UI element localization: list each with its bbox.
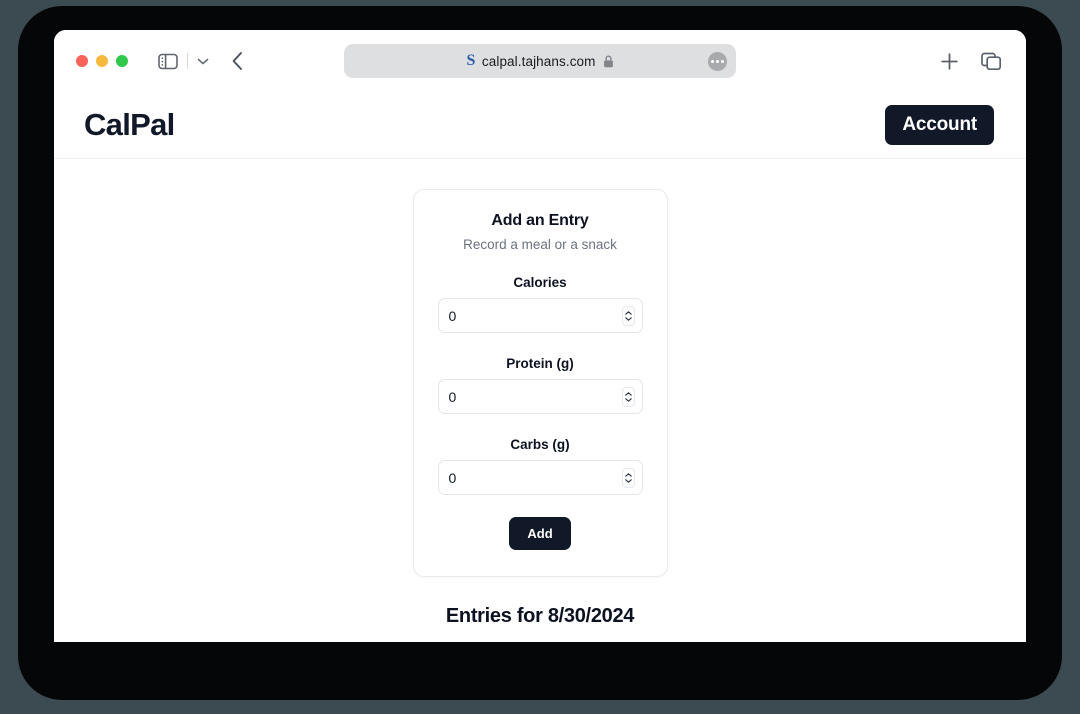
stepper-down-icon: [624, 478, 632, 483]
ellipsis-dot: [716, 59, 719, 63]
add-entry-card: Add an Entry Record a meal or a snack Ca…: [412, 189, 668, 577]
toolbar-divider: [187, 53, 188, 69]
ellipsis-dot: [711, 59, 714, 63]
site-favicon: S: [466, 52, 475, 69]
page-content: CalPal Account Add an Entry Record a mea…: [54, 92, 1026, 642]
minimize-window-button[interactable]: [96, 55, 108, 67]
stepper-up-icon: [624, 391, 632, 396]
page-menu-button[interactable]: [708, 51, 727, 71]
protein-stepper[interactable]: [621, 386, 635, 407]
sidebar-toggle-icon[interactable]: [158, 53, 178, 70]
back-button[interactable]: [231, 51, 244, 71]
toolbar-left-group: [158, 51, 244, 71]
card-title: Add an Entry: [491, 212, 589, 229]
carbs-input[interactable]: 0: [437, 460, 643, 495]
protein-value: 0: [448, 388, 457, 405]
carbs-stepper[interactable]: [621, 467, 635, 488]
maximize-window-button[interactable]: [116, 55, 128, 67]
stepper-up-icon: [624, 472, 632, 477]
entries-heading: Entries for 8/30/2024: [445, 605, 635, 627]
protein-label: Protein (g): [506, 356, 574, 371]
stepper-down-icon: [624, 397, 632, 402]
page-title: CalPal: [84, 107, 175, 142]
calories-label: Calories: [513, 275, 567, 290]
carbs-label: Carbs (g): [510, 437, 570, 452]
lock-icon: [603, 55, 614, 68]
close-window-button[interactable]: [76, 55, 88, 67]
protein-input[interactable]: 0: [437, 379, 643, 414]
account-button[interactable]: Account: [885, 105, 994, 145]
calories-value: 0: [448, 307, 457, 324]
window-traffic-lights: [76, 55, 128, 67]
toolbar-right-group: [940, 52, 1008, 71]
tab-overview-button[interactable]: [981, 52, 1002, 71]
url-bar[interactable]: S calpal.tajhans.com: [344, 44, 736, 78]
new-tab-button[interactable]: [940, 52, 959, 71]
calories-input[interactable]: 0: [437, 298, 643, 333]
browser-window: S calpal.tajhans.com CalPal Account Add …: [54, 30, 1026, 642]
browser-toolbar: S calpal.tajhans.com: [54, 30, 1026, 92]
stepper-down-icon: [624, 316, 632, 321]
url-text: calpal.tajhans.com: [481, 53, 596, 69]
chevron-down-icon[interactable]: [197, 57, 209, 66]
calories-stepper[interactable]: [621, 305, 635, 326]
app-header: CalPal Account: [54, 92, 1026, 159]
add-entry-button[interactable]: Add: [509, 517, 571, 550]
card-subtitle: Record a meal or a snack: [463, 237, 617, 252]
ellipsis-dot: [721, 59, 724, 63]
stepper-up-icon: [624, 310, 632, 315]
carbs-value: 0: [448, 469, 457, 486]
